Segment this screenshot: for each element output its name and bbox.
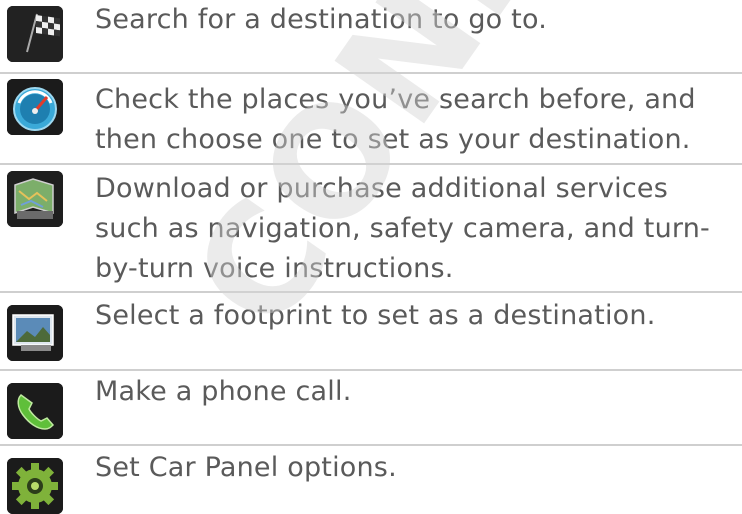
map-services-icon bbox=[7, 171, 63, 227]
list-item: Select a footprint to set as a destinati… bbox=[0, 293, 742, 371]
list-item: Check the places you’ve search before, a… bbox=[0, 74, 742, 165]
list-item: Make a phone call. bbox=[0, 371, 742, 446]
footprints-photo-icon bbox=[7, 305, 63, 361]
list-item-text: Download or purchase additional services… bbox=[95, 173, 710, 284]
list-item: Search for a destination to go to. bbox=[0, 0, 742, 74]
speedometer-icon bbox=[7, 79, 63, 135]
list-item-text: Check the places you’ve search before, a… bbox=[95, 84, 696, 155]
settings-gear-icon bbox=[7, 458, 63, 514]
list-item-text: Select a footprint to set as a destinati… bbox=[95, 300, 656, 331]
list-item-text: Make a phone call. bbox=[95, 376, 352, 407]
list-item: Set Car Panel options. bbox=[0, 446, 742, 514]
checkered-flag-icon bbox=[7, 6, 63, 62]
phone-handset-icon bbox=[7, 383, 63, 439]
car-panel-feature-list: Search for a destination to go to. Check… bbox=[0, 0, 742, 514]
list-item: Download or purchase additional services… bbox=[0, 165, 742, 293]
list-item-text: Set Car Panel options. bbox=[95, 452, 397, 483]
list-item-text: Search for a destination to go to. bbox=[95, 4, 547, 35]
